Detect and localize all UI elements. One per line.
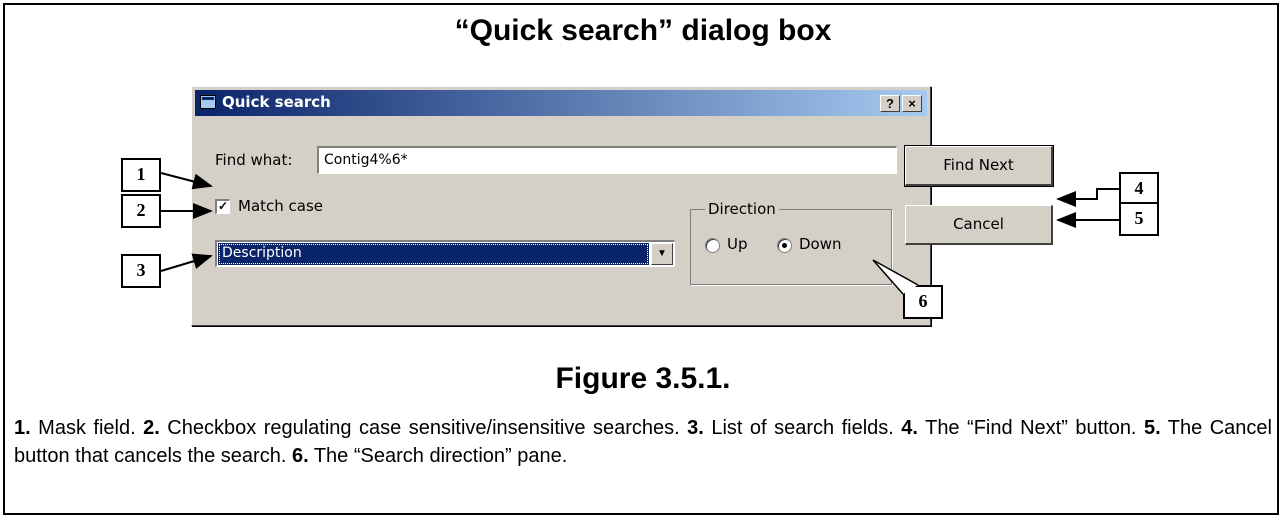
caption-num: 3.: [687, 417, 704, 439]
caption-num: 1.: [14, 417, 31, 439]
caption-num: 6.: [291, 445, 309, 467]
caption-text: Checkbox regulating case sensitive/insen…: [159, 417, 688, 439]
caption-num: 2.: [143, 417, 160, 439]
figure-label: Figure 3.5.1.: [555, 362, 731, 395]
arrow-6: [872, 259, 919, 295]
caption-text: List of search fields.: [703, 417, 902, 439]
figure-caption: 1. Mask field. 2. Checkbox regulating ca…: [14, 414, 1272, 470]
caption-num: 5.: [1143, 417, 1161, 439]
arrow-1: [160, 172, 213, 190]
caption-text: Mask field.: [30, 417, 144, 439]
caption-text: The “Search direction” pane.: [308, 445, 568, 467]
caption-num: 4.: [901, 417, 918, 439]
arrow-4: [1056, 188, 1119, 207]
caption-text: The “Find Next” button.: [917, 417, 1144, 439]
arrow-3: [160, 253, 213, 272]
